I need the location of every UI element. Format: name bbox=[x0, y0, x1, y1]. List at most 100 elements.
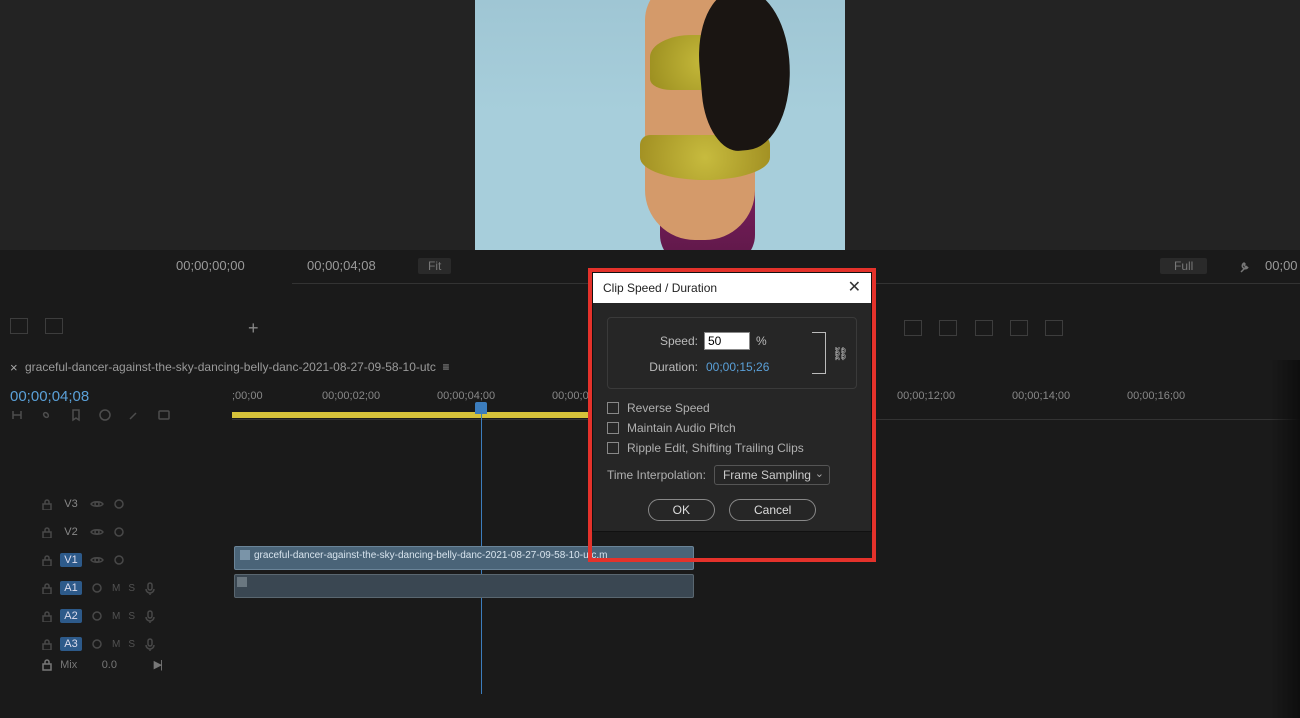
cc-icon[interactable] bbox=[157, 408, 173, 422]
dialog-title-text: Clip Speed / Duration bbox=[603, 273, 717, 303]
close-icon[interactable]: ✕ bbox=[848, 273, 861, 303]
linked-selection-icon[interactable] bbox=[39, 408, 55, 422]
cancel-button[interactable]: Cancel bbox=[729, 499, 816, 521]
fx-badge-icon bbox=[240, 550, 250, 560]
ruler-label: 00;00;02;00 bbox=[322, 390, 380, 402]
track-label-v3[interactable]: V3 bbox=[60, 497, 82, 511]
track-header-v2[interactable]: V2 bbox=[40, 518, 230, 546]
voiceover-icon[interactable] bbox=[143, 637, 157, 651]
clip-name: graceful-dancer-against-the-sky-dancing-… bbox=[254, 550, 608, 561]
mute-button[interactable]: M bbox=[112, 611, 120, 622]
skip-icon[interactable]: ▶| bbox=[154, 659, 161, 671]
solo-button[interactable]: S bbox=[128, 611, 135, 622]
track-header-a2[interactable]: A2 M S bbox=[40, 602, 230, 630]
ripple-edit-row[interactable]: Ripple Edit, Shifting Trailing Clips bbox=[607, 441, 857, 455]
settings-wrench-icon[interactable] bbox=[1238, 261, 1252, 275]
percent-label: % bbox=[756, 334, 767, 348]
mix-label: Mix bbox=[60, 659, 77, 671]
lock-icon[interactable] bbox=[40, 582, 52, 594]
sequence-tab-title[interactable]: graceful-dancer-against-the-sky-dancing-… bbox=[25, 360, 450, 374]
ruler-label: 00;00;14;00 bbox=[1012, 390, 1070, 402]
time-interpolation-dropdown[interactable]: Frame Sampling bbox=[714, 465, 830, 485]
ruler-label: 00;00;12;00 bbox=[897, 390, 955, 402]
mix-value[interactable]: 0.0 bbox=[102, 659, 117, 671]
comparison-icon[interactable] bbox=[1045, 320, 1063, 336]
maintain-pitch-label: Maintain Audio Pitch bbox=[627, 421, 736, 435]
marker-icon[interactable] bbox=[69, 408, 85, 422]
track-header-v3[interactable]: V3 bbox=[40, 490, 230, 518]
duration-label: Duration: bbox=[618, 360, 698, 374]
extract-icon[interactable] bbox=[939, 320, 957, 336]
lock-icon[interactable] bbox=[40, 526, 52, 538]
program-in-timecode[interactable]: 00;00;00;00 bbox=[176, 258, 245, 273]
toggle-output-icon[interactable] bbox=[90, 525, 104, 539]
camera-icon[interactable] bbox=[1010, 320, 1028, 336]
mute-button[interactable]: M bbox=[112, 639, 120, 650]
sync-lock-icon[interactable] bbox=[90, 581, 104, 595]
lift-icon[interactable] bbox=[904, 320, 922, 336]
mix-track-row: Mix 0.0 ▶| bbox=[40, 658, 161, 672]
maintain-pitch-row[interactable]: Maintain Audio Pitch bbox=[607, 421, 857, 435]
program-panel-buttons bbox=[890, 320, 1063, 339]
gang-link-icon[interactable]: ⛓ bbox=[832, 346, 844, 360]
lock-icon[interactable] bbox=[40, 498, 52, 510]
speed-duration-group: Speed: % Duration: 00;00;15;26 ⛓ bbox=[607, 317, 857, 389]
checkbox-icon[interactable] bbox=[607, 402, 619, 414]
track-label-a1[interactable]: A1 bbox=[60, 581, 82, 595]
video-clip[interactable]: graceful-dancer-against-the-sky-dancing-… bbox=[234, 546, 694, 570]
source-panel-buttons bbox=[10, 318, 77, 337]
track-label-v2[interactable]: V2 bbox=[60, 525, 82, 539]
solo-button[interactable]: S bbox=[128, 583, 135, 594]
reverse-speed-row[interactable]: Reverse Speed bbox=[607, 401, 857, 415]
program-out-timecode[interactable]: 00;00;04;08 bbox=[307, 258, 376, 273]
add-marker-icon[interactable]: + bbox=[248, 318, 259, 339]
wrench-icon[interactable] bbox=[127, 408, 143, 422]
program-duration-timecode: 00;00 bbox=[1265, 258, 1298, 273]
checkbox-icon[interactable] bbox=[607, 442, 619, 454]
mute-button[interactable]: M bbox=[112, 583, 120, 594]
lock-icon[interactable] bbox=[40, 638, 52, 650]
sync-lock-icon[interactable] bbox=[90, 637, 104, 651]
track-header-v1[interactable]: V1 bbox=[40, 546, 230, 574]
track-label-a2[interactable]: A2 bbox=[60, 609, 82, 623]
playhead-timecode[interactable]: 00;00;04;08 bbox=[10, 388, 89, 405]
export-frame-icon[interactable] bbox=[975, 320, 993, 336]
export-frame-icon[interactable] bbox=[10, 318, 28, 334]
track-label-a3[interactable]: A3 bbox=[60, 637, 82, 651]
reverse-speed-label: Reverse Speed bbox=[627, 401, 710, 415]
speed-label: Speed: bbox=[618, 334, 698, 348]
sync-lock-icon[interactable] bbox=[112, 525, 126, 539]
settings-icon[interactable] bbox=[98, 408, 114, 422]
program-monitor bbox=[0, 0, 1300, 250]
sync-lock-icon[interactable] bbox=[112, 497, 126, 511]
lock-icon[interactable] bbox=[40, 610, 52, 622]
ripple-edit-label: Ripple Edit, Shifting Trailing Clips bbox=[627, 441, 804, 455]
zoom-fit-dropdown[interactable]: Fit bbox=[418, 258, 451, 274]
sync-lock-icon[interactable] bbox=[90, 609, 104, 623]
close-sequence-tab[interactable]: × bbox=[10, 360, 18, 375]
toggle-output-icon[interactable] bbox=[90, 497, 104, 511]
resolution-dropdown[interactable]: Full bbox=[1160, 258, 1207, 274]
snap-icon[interactable] bbox=[10, 408, 26, 422]
audio-clip[interactable] bbox=[234, 574, 694, 598]
voiceover-icon[interactable] bbox=[143, 609, 157, 623]
speed-input[interactable] bbox=[704, 332, 750, 350]
track-header-a1[interactable]: A1 M S bbox=[40, 574, 230, 602]
voiceover-icon[interactable] bbox=[143, 581, 157, 595]
dialog-titlebar[interactable]: Clip Speed / Duration ✕ bbox=[593, 273, 871, 303]
time-interpolation-label: Time Interpolation: bbox=[607, 468, 706, 482]
ok-button[interactable]: OK bbox=[648, 499, 715, 521]
track-header-a3[interactable]: A3 M S bbox=[40, 630, 230, 658]
snapshot-icon[interactable] bbox=[45, 318, 63, 334]
checkbox-icon[interactable] bbox=[607, 422, 619, 434]
lock-icon[interactable] bbox=[40, 554, 52, 566]
toggle-output-icon[interactable] bbox=[90, 553, 104, 567]
duration-value[interactable]: 00;00;15;26 bbox=[706, 360, 769, 374]
track-label-v1[interactable]: V1 bbox=[60, 553, 82, 567]
lock-icon[interactable] bbox=[40, 658, 54, 672]
ruler-label: 00;00;16;00 bbox=[1127, 390, 1185, 402]
sync-lock-icon[interactable] bbox=[112, 553, 126, 567]
ruler-label: 00;00;04;00 bbox=[437, 390, 495, 402]
solo-button[interactable]: S bbox=[128, 639, 135, 650]
clip-speed-duration-dialog: Clip Speed / Duration ✕ Speed: % Duratio… bbox=[592, 272, 872, 532]
